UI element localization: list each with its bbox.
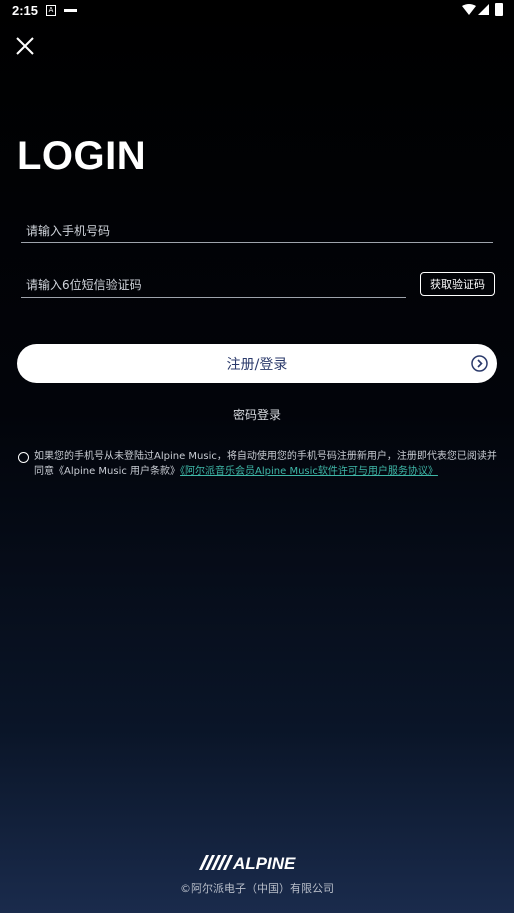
- status-bar: 2:15 A: [0, 0, 514, 22]
- password-login-link[interactable]: 密码登录: [0, 406, 514, 423]
- alpine-logo: ALPINE: [199, 854, 296, 871]
- register-login-button[interactable]: 注册/登录: [17, 344, 497, 383]
- copyright-text: ©阿尔派电子（中国）有限公司: [180, 882, 334, 895]
- battery-icon: [495, 3, 503, 16]
- agreement-radio[interactable]: [18, 452, 29, 463]
- sms-code-underline: [21, 297, 406, 298]
- wifi-icon: [462, 4, 476, 15]
- phone-input[interactable]: [21, 221, 493, 241]
- agreement-text: 如果您的手机号从未登陆过Alpine Music，将自动使用您的手机号码注册新用…: [34, 449, 498, 479]
- a-notification-icon: A: [46, 5, 56, 16]
- page-title: LOGIN: [17, 134, 147, 178]
- phone-underline: [21, 242, 493, 243]
- service-agreement-link[interactable]: 《阿尔派音乐会员Alpine Music软件许可与用户服务协议》: [180, 466, 438, 477]
- sms-code-input[interactable]: [21, 275, 406, 295]
- signal-icon: [478, 4, 489, 15]
- svg-text:ALPINE: ALPINE: [232, 854, 296, 871]
- get-code-button[interactable]: 获取验证码: [420, 272, 495, 296]
- register-login-label: 注册/登录: [226, 356, 288, 373]
- status-time: 2:15: [12, 3, 39, 18]
- chevron-right-circle-icon: [471, 355, 488, 372]
- dash-icon: [64, 9, 77, 12]
- close-icon[interactable]: [14, 35, 36, 57]
